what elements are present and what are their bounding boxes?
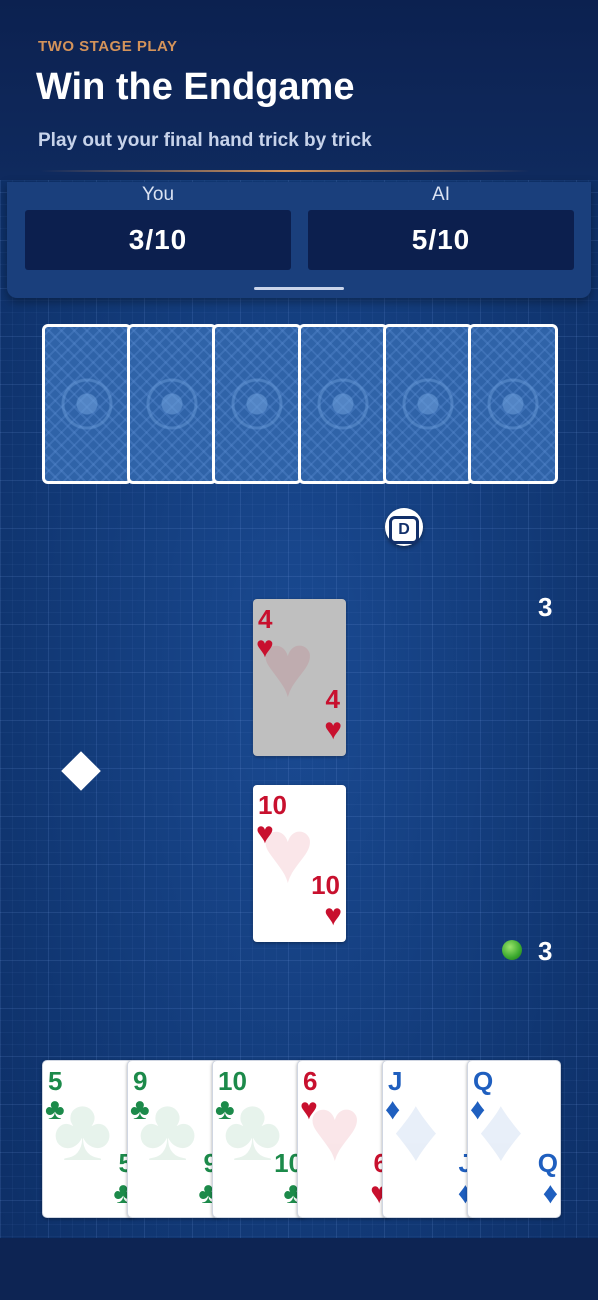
opponent-card-back: [212, 324, 303, 484]
opponent-card-back: [297, 324, 388, 484]
drag-handle[interactable]: [254, 287, 344, 290]
opponent-hand: [42, 324, 558, 484]
opponent-card-back: [468, 324, 558, 484]
card-rank: 4: [258, 604, 273, 634]
score-label-you: You: [141, 184, 175, 205]
card-rank: 5: [48, 1066, 63, 1096]
card-rank: Q: [473, 1066, 494, 1096]
hand-card[interactable]: ♦ J ♦ J ♦: [382, 1060, 476, 1218]
card-rank: J: [388, 1066, 403, 1096]
mode-eyebrow: TWO STAGE PLAY: [38, 38, 178, 55]
card-rank: 4: [325, 684, 340, 714]
accent-divider: [40, 170, 530, 172]
player-trick-count: 3: [538, 936, 553, 966]
hand-card[interactable]: ♣ 9 ♣ 9 ♣: [127, 1060, 221, 1218]
score-ai: AI 5/10: [308, 182, 574, 270]
opponent-card-back: [42, 324, 132, 484]
opponent-card-back: [382, 324, 473, 484]
card-suit: ♥: [256, 631, 274, 664]
card-rank: 6: [303, 1066, 318, 1096]
bottom-bar: [0, 1238, 598, 1300]
hand-card[interactable]: ♣ 5 ♣ 5 ♣: [42, 1060, 136, 1218]
card-rank: 9: [133, 1066, 148, 1096]
card-suit: ♣: [130, 1093, 150, 1126]
trick-card: ♥ 4 ♥ 4 ♥: [253, 599, 346, 756]
card-suit: ♣: [45, 1093, 65, 1126]
card-suit: ♥: [324, 899, 342, 932]
score-panel[interactable]: You 3/10 AI 5/10: [7, 182, 591, 298]
score-value-ai: 5/10: [308, 210, 574, 270]
trick-card: ♥ 10 ♥ 10 ♥: [253, 785, 346, 942]
card-suit: ♥: [324, 713, 342, 746]
opponent-card-back: [127, 324, 218, 484]
hand-card[interactable]: ♦ Q ♦ Q ♦: [467, 1060, 561, 1218]
card-rank: 10: [258, 790, 287, 820]
score-you: You 3/10: [25, 182, 291, 270]
card-suit: ♥: [256, 817, 274, 850]
opponent-trick-count: 3: [538, 592, 553, 622]
hand-card[interactable]: ♥ 6 ♥ 6 ♥: [297, 1060, 391, 1218]
player-hand: ♣ 5 ♣ 5 ♣ ♣ 9 ♣ 9 ♣ ♣ 10 ♣ 10 ♣ ♥ 6 ♥ 6 ♥ ♦ J ♦ J ♦ ♦ Q ♦ Q ♦: [42, 1060, 561, 1218]
card-rank: 10: [311, 870, 340, 900]
turn-indicator-dot: [502, 940, 522, 960]
score-label-ai: AI: [432, 184, 450, 205]
card-rank: 10: [218, 1066, 247, 1096]
card-rank: Q: [537, 1148, 558, 1178]
card-suit: ♦: [385, 1093, 401, 1126]
card-suit: ♥: [300, 1093, 318, 1126]
card-suit: ♦: [542, 1177, 558, 1210]
card-suit: ♣: [215, 1093, 235, 1126]
card-suit: ♦: [470, 1093, 486, 1126]
header: TWO STAGE PLAY Win the Endgame Play out …: [0, 0, 598, 180]
dealer-chip: D: [385, 508, 423, 546]
page-subtitle: Play out your final hand trick by trick: [38, 130, 372, 151]
page-title: Win the Endgame: [36, 66, 355, 108]
score-value-you: 3/10: [25, 210, 291, 270]
hand-card[interactable]: ♣ 10 ♣ 10 ♣: [212, 1060, 306, 1218]
